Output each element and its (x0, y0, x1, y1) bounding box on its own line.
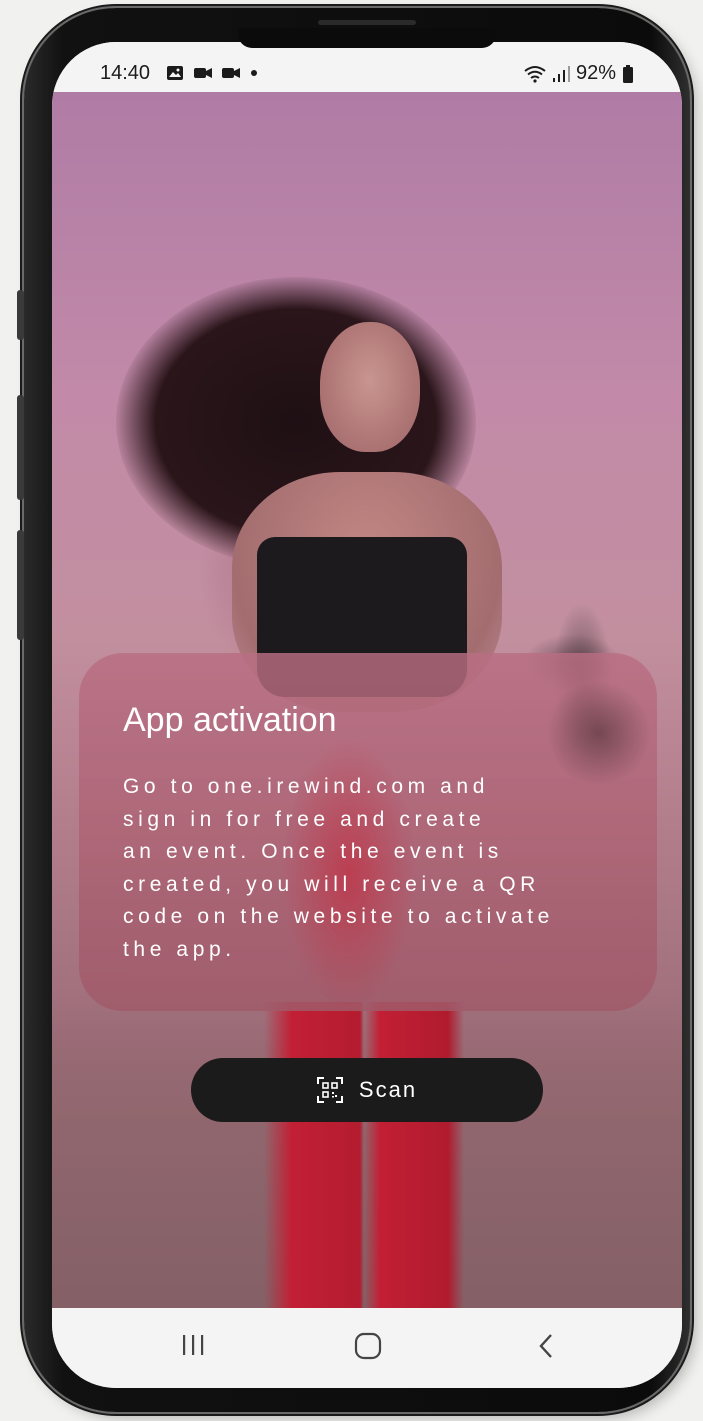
photo-face (320, 322, 420, 452)
camera-notch (238, 28, 496, 48)
video-camera-icon (194, 68, 212, 78)
status-right: 92% (524, 62, 634, 85)
speaker-grille (318, 20, 416, 25)
dot-icon (251, 70, 257, 76)
notification-icons (166, 65, 258, 81)
phone-side-button (17, 530, 24, 640)
activation-card: App activation Go to one.irewind.com and… (79, 653, 657, 1011)
photo-legs (264, 1002, 464, 1332)
navigation-bar (52, 1308, 682, 1388)
phone-side-button (17, 395, 24, 500)
status-time: 14:40 (100, 62, 151, 84)
scan-button-label: Scan (358, 1077, 418, 1102)
qr-scan-icon (316, 1077, 343, 1103)
battery-percent: 92% (575, 62, 616, 84)
card-description: Go to one.irewind.com and sign in for fr… (123, 775, 554, 961)
card-title: App activation (123, 701, 337, 739)
phone-side-button (17, 290, 24, 340)
gallery-icon (167, 66, 183, 80)
recent-apps-icon[interactable] (180, 1332, 206, 1358)
home-icon[interactable] (353, 1332, 383, 1360)
scan-button[interactable]: Scan (191, 1058, 543, 1122)
screen: 14:40 92% App activation Go to one.irewi… (52, 42, 682, 1388)
video-camera-icon (222, 68, 240, 78)
status-bar: 14:40 92% (52, 42, 682, 92)
battery-icon (623, 64, 633, 83)
back-icon[interactable] (536, 1332, 556, 1360)
signal-icon (552, 65, 570, 82)
wifi-icon (524, 65, 546, 83)
